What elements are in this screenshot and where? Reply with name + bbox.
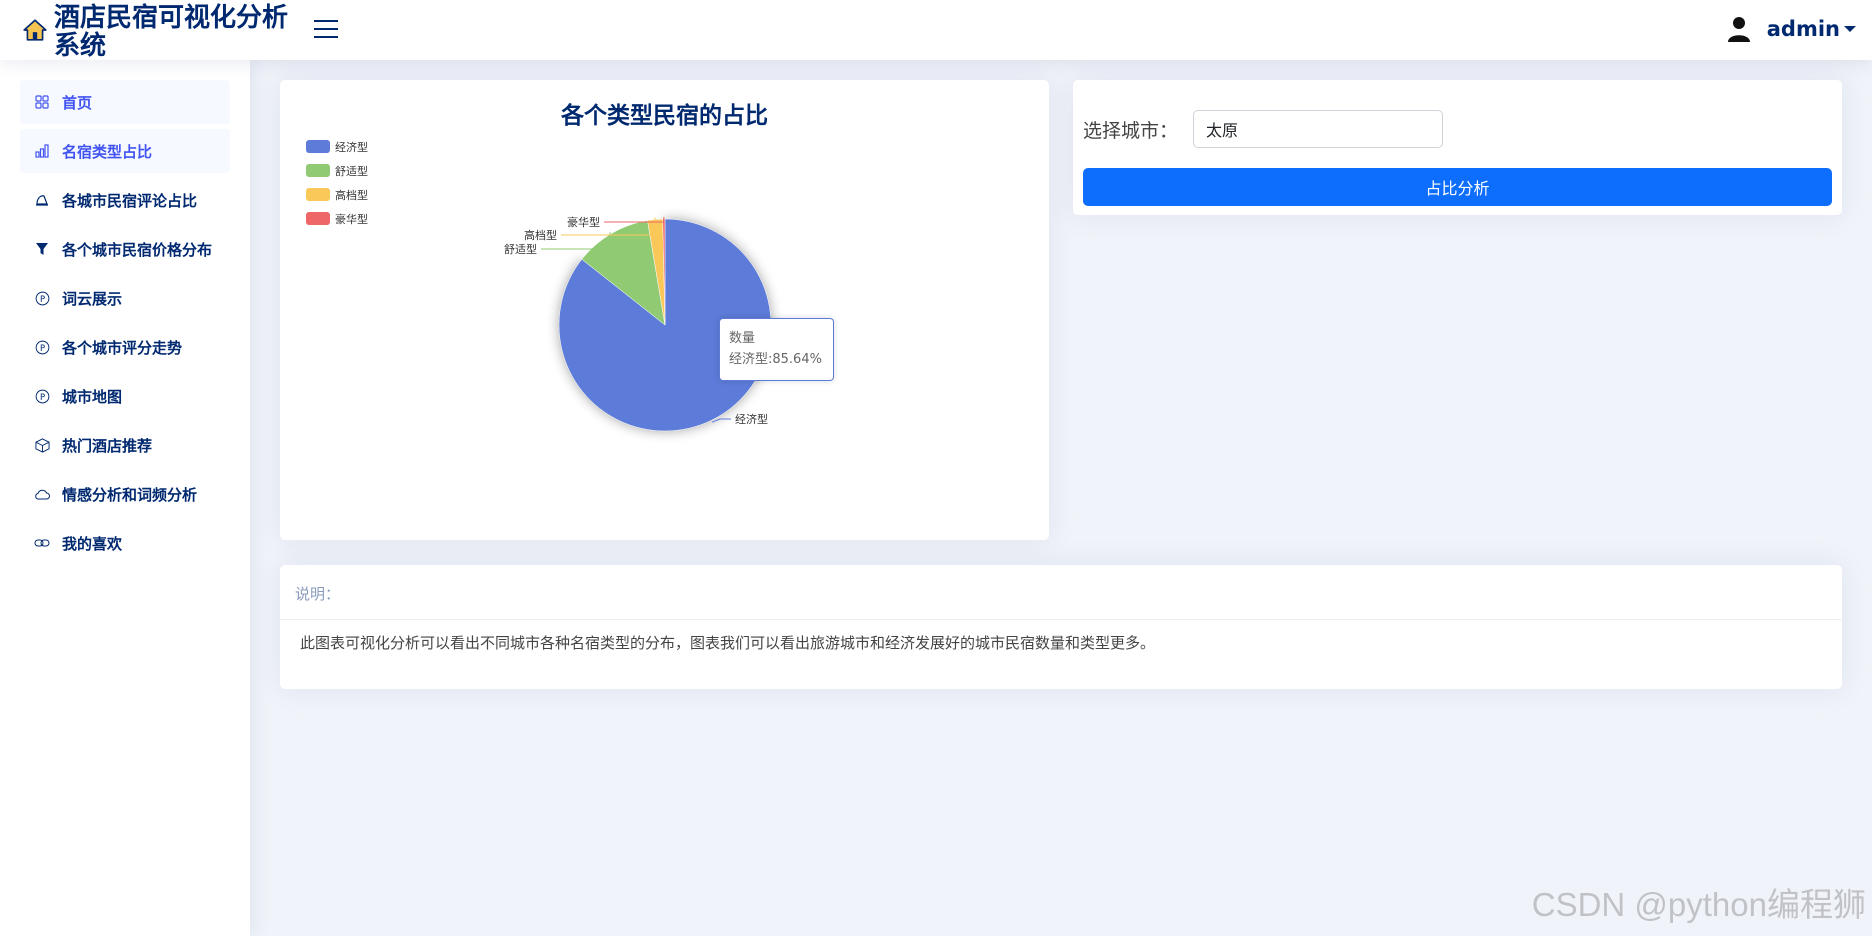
legend-label[interactable]: 舒适型 xyxy=(335,164,368,178)
bar-chart-icon xyxy=(34,143,50,159)
chevron-down-icon xyxy=(1844,26,1856,32)
city-row: 选择城市： xyxy=(1083,110,1443,148)
grid-icon xyxy=(34,94,50,110)
description-card: 说明： 此图表可视化分析可以看出不同城市各种名宿类型的分布，图表我们可以看出旅游… xyxy=(280,565,1842,689)
sidebar-item-label: 各个城市评分走势 xyxy=(62,338,183,357)
sidebar-item-label: 各个城市民宿价格分布 xyxy=(62,240,213,259)
home-icon xyxy=(23,19,47,41)
sidebar-item-city-map[interactable]: P 城市地图 xyxy=(20,374,230,418)
legend-label[interactable]: 豪华型 xyxy=(335,212,368,226)
hat-icon xyxy=(34,192,50,208)
legend-swatch[interactable] xyxy=(306,140,330,153)
legend-swatch[interactable] xyxy=(306,188,330,201)
sidebar-item-label: 热门酒店推荐 xyxy=(62,436,153,455)
sidebar: 首页 名宿类型占比 各城市民宿评论占比 各个城市民宿价格分布 P 词云展示 P … xyxy=(0,60,250,936)
city-input[interactable] xyxy=(1193,110,1443,148)
cloud-icon xyxy=(34,486,50,502)
tooltip-title: 数量 xyxy=(729,331,756,346)
chart-tooltip: 数量 经济型:85.64% xyxy=(719,318,834,381)
p-circle-icon: P xyxy=(34,388,50,404)
pie-chart: 经济型舒适型高档型豪华型经济型舒适型高档型豪华型 xyxy=(306,140,772,432)
sidebar-item-hot-hotels[interactable]: 热门酒店推荐 xyxy=(20,423,230,467)
sidebar-item-label: 词云展示 xyxy=(62,289,123,308)
legend-label[interactable]: 高档型 xyxy=(335,188,368,202)
p-circle-icon: P xyxy=(34,339,50,355)
box-icon xyxy=(34,437,50,453)
logo[interactable]: 酒店民宿可视化分析系统 xyxy=(22,4,294,60)
sidebar-item-label: 各城市民宿评论占比 xyxy=(62,191,198,210)
watermark: CSDN @python编程狮 xyxy=(1531,886,1866,923)
sidebar-item-sentiment[interactable]: 情感分析和词频分析 xyxy=(20,472,230,516)
user-name: admin xyxy=(1766,17,1840,41)
sidebar-item-label: 首页 xyxy=(62,93,93,112)
sidebar-item-label: 情感分析和词频分析 xyxy=(62,485,198,504)
tooltip-text: 经济型:85.64% xyxy=(729,352,822,367)
sidebar-item-score-trend[interactable]: P 各个城市评分走势 xyxy=(20,325,230,369)
p-circle-icon: P xyxy=(34,290,50,306)
sidebar-item-price-distribution[interactable]: 各个城市民宿价格分布 xyxy=(20,227,230,271)
sidebar-item-favorites[interactable]: 我的喜欢 xyxy=(20,521,230,565)
slice-label: 高档型 xyxy=(524,228,557,242)
sidebar-item-label: 城市地图 xyxy=(62,387,123,406)
sidebar-item-comment-ratio[interactable]: 各城市民宿评论占比 xyxy=(20,178,230,222)
analyze-button[interactable]: 占比分析 xyxy=(1083,168,1832,206)
legend-label[interactable]: 经济型 xyxy=(335,140,368,154)
user-menu[interactable]: admin xyxy=(1727,16,1856,42)
app-title: 酒店民宿可视化分析系统 xyxy=(54,3,289,61)
person-icon xyxy=(1727,17,1750,42)
city-form-card: 选择城市： 占比分析 xyxy=(1073,80,1842,215)
legend-swatch[interactable] xyxy=(306,164,330,177)
svg-text:P: P xyxy=(39,391,44,401)
description-header: 说明： xyxy=(280,565,1842,620)
slice-label: 经济型 xyxy=(735,412,768,426)
slice-label: 舒适型 xyxy=(504,242,537,256)
legend-swatch[interactable] xyxy=(306,212,330,225)
sidebar-item-label: 我的喜欢 xyxy=(62,534,123,553)
city-label: 选择城市： xyxy=(1083,119,1179,142)
sidebar-item-wordcloud[interactable]: P 词云展示 xyxy=(20,276,230,320)
slice-label: 豪华型 xyxy=(567,215,600,229)
svg-text:P: P xyxy=(39,293,44,303)
header: 酒店民宿可视化分析系统 admin xyxy=(0,0,1872,60)
sidebar-item-type-ratio[interactable]: 名宿类型占比 xyxy=(20,129,230,173)
sidebar-item-home[interactable]: 首页 xyxy=(20,80,230,124)
sidebar-item-label: 名宿类型占比 xyxy=(62,142,153,161)
link-icon xyxy=(34,535,50,551)
chart-card: 各个类型民宿的占比 经济型 舒适型 高档型 豪华型 经济型 舒适型 高档型 豪华型 数量 经济… xyxy=(280,80,1049,540)
svg-text:P: P xyxy=(39,342,44,352)
description-text: 此图表可视化分析可以看出不同城市各种名宿类型的分布，图表我们可以看出旅游城市和经… xyxy=(300,634,1156,652)
label-leader-line xyxy=(711,418,731,423)
menu-toggle-icon[interactable] xyxy=(314,20,338,40)
filter-icon xyxy=(34,241,50,257)
